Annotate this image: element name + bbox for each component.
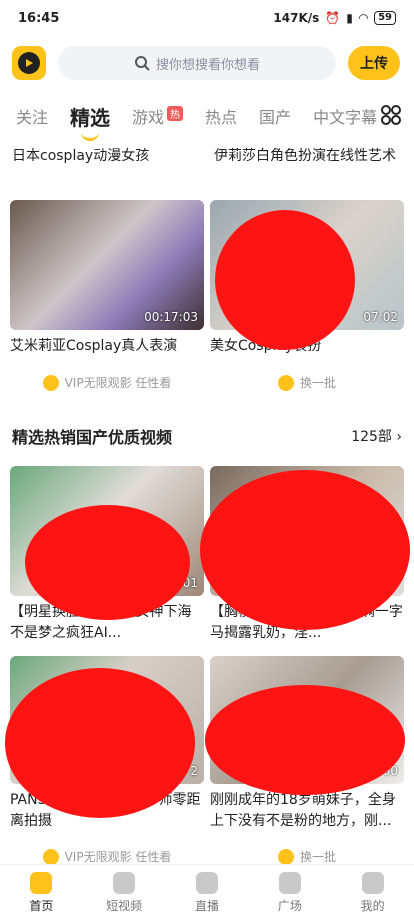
redaction-mark [205,685,405,795]
bottom-navigation: 首页 短视频 直播 广场 我的 [0,864,414,920]
battery-icon: 59 [374,11,396,25]
refresh-button[interactable]: 换一批 [210,374,404,391]
nav-short-video[interactable]: 短视频 [89,871,159,914]
refresh-icon [277,848,294,865]
app-logo[interactable] [12,46,46,80]
section-count: 125部 [351,429,392,445]
vip-promo-link[interactable]: VIP无限观影 任性看 [10,374,204,391]
tab-hot[interactable]: 热点 [205,104,237,128]
nav-home[interactable]: 首页 [6,871,76,914]
search-icon [134,56,150,71]
status-time: 16:45 [18,10,60,26]
video-title[interactable]: 日本cosplay动漫女孩 [12,146,202,167]
video-duration: 2 [190,764,198,778]
short-video-icon [113,871,136,894]
tab-follow[interactable]: 关注 [16,104,48,128]
refresh-button[interactable]: 换一批 [210,848,404,865]
video-title[interactable]: 伊莉莎白角色扮演在线性艺术 [214,146,404,167]
home-icon [30,871,53,894]
video-title: 刚刚成年的18岁萌妹子，全身上下没有不是粉的地方，刚... [210,792,396,829]
profile-icon [361,871,384,894]
nav-label: 短视频 [106,898,143,913]
video-title: 艾米莉亚Cosplay真人表演 [10,338,178,354]
section-header: 精选热销国产优质视频 125部 › [12,424,402,448]
nav-label: 首页 [29,898,54,913]
top-row-titles: 日本cosplay动漫女孩 伊莉莎白角色扮演在线性艺术 [12,146,404,167]
tab-chinese-subtitles[interactable]: 中文字幕 [313,104,377,128]
redaction-mark [25,505,190,620]
action-row: VIP无限观影 任性看 换一批 [10,374,404,391]
tab-games-label: 游戏 [132,108,165,127]
search-placeholder: 搜你想搜看你想看 [155,57,260,73]
video-thumbnail[interactable]: 00:17:03 [10,200,204,330]
section-title: 精选热销国产优质视频 [12,428,173,447]
section-more-link[interactable]: 125部 › [351,426,402,446]
refresh-label: 换一批 [299,850,336,864]
nav-live[interactable]: 直播 [172,871,242,914]
live-icon [195,871,218,894]
refresh-icon [277,374,294,391]
wifi-icon: ◠ [358,11,369,25]
network-speed: 147K/s [273,11,320,25]
refresh-label: 换一批 [299,376,336,390]
alarm-icon: ⏰ [325,11,341,25]
play-icon [18,52,40,74]
hot-badge: 热 [167,106,184,121]
status-indicators: 147K/s ⏰ ▮ ◠ 59 [273,11,396,25]
tab-games[interactable]: 游戏热 [132,104,184,128]
vip-icon [42,374,59,391]
top-bar: 搜你想搜看你想看 上传 [0,38,414,88]
redaction-mark [200,470,410,630]
tab-domestic[interactable]: 国产 [259,104,291,128]
search-bar[interactable]: 搜你想搜看你想看 [58,46,336,80]
video-duration: 07:02 [363,310,398,324]
nav-label: 我的 [360,898,385,913]
nav-label: 直播 [194,898,219,913]
category-tabs: 关注 精选 游戏热 热点 国产 中文字幕 [0,96,414,141]
chevron-right-icon: › [396,429,402,445]
nav-plaza[interactable]: 广场 [255,871,325,914]
video-duration: 00:17:03 [144,310,198,324]
vip-promo-label: VIP无限观影 任性看 [64,376,172,390]
redaction-mark [5,668,195,818]
nav-profile[interactable]: 我的 [338,871,408,914]
grid-menu-icon[interactable] [380,104,402,126]
nav-label: 广场 [277,898,302,913]
vip-promo-link[interactable]: VIP无限观影 任性看 [10,848,204,865]
redaction-mark [215,210,355,350]
vip-icon [42,848,59,865]
plaza-icon [278,871,301,894]
signal-icon: ▮ [346,11,353,25]
video-card[interactable]: 00:17:03 艾米莉亚Cosplay真人表演 [10,200,204,358]
vip-promo-label: VIP无限观影 任性看 [64,850,172,864]
tab-featured[interactable]: 精选 [70,102,110,141]
status-bar: 16:45 147K/s ⏰ ▮ ◠ 59 [0,0,414,36]
upload-button[interactable]: 上传 [348,46,400,80]
action-row: VIP无限观影 任性看 换一批 [10,848,404,865]
